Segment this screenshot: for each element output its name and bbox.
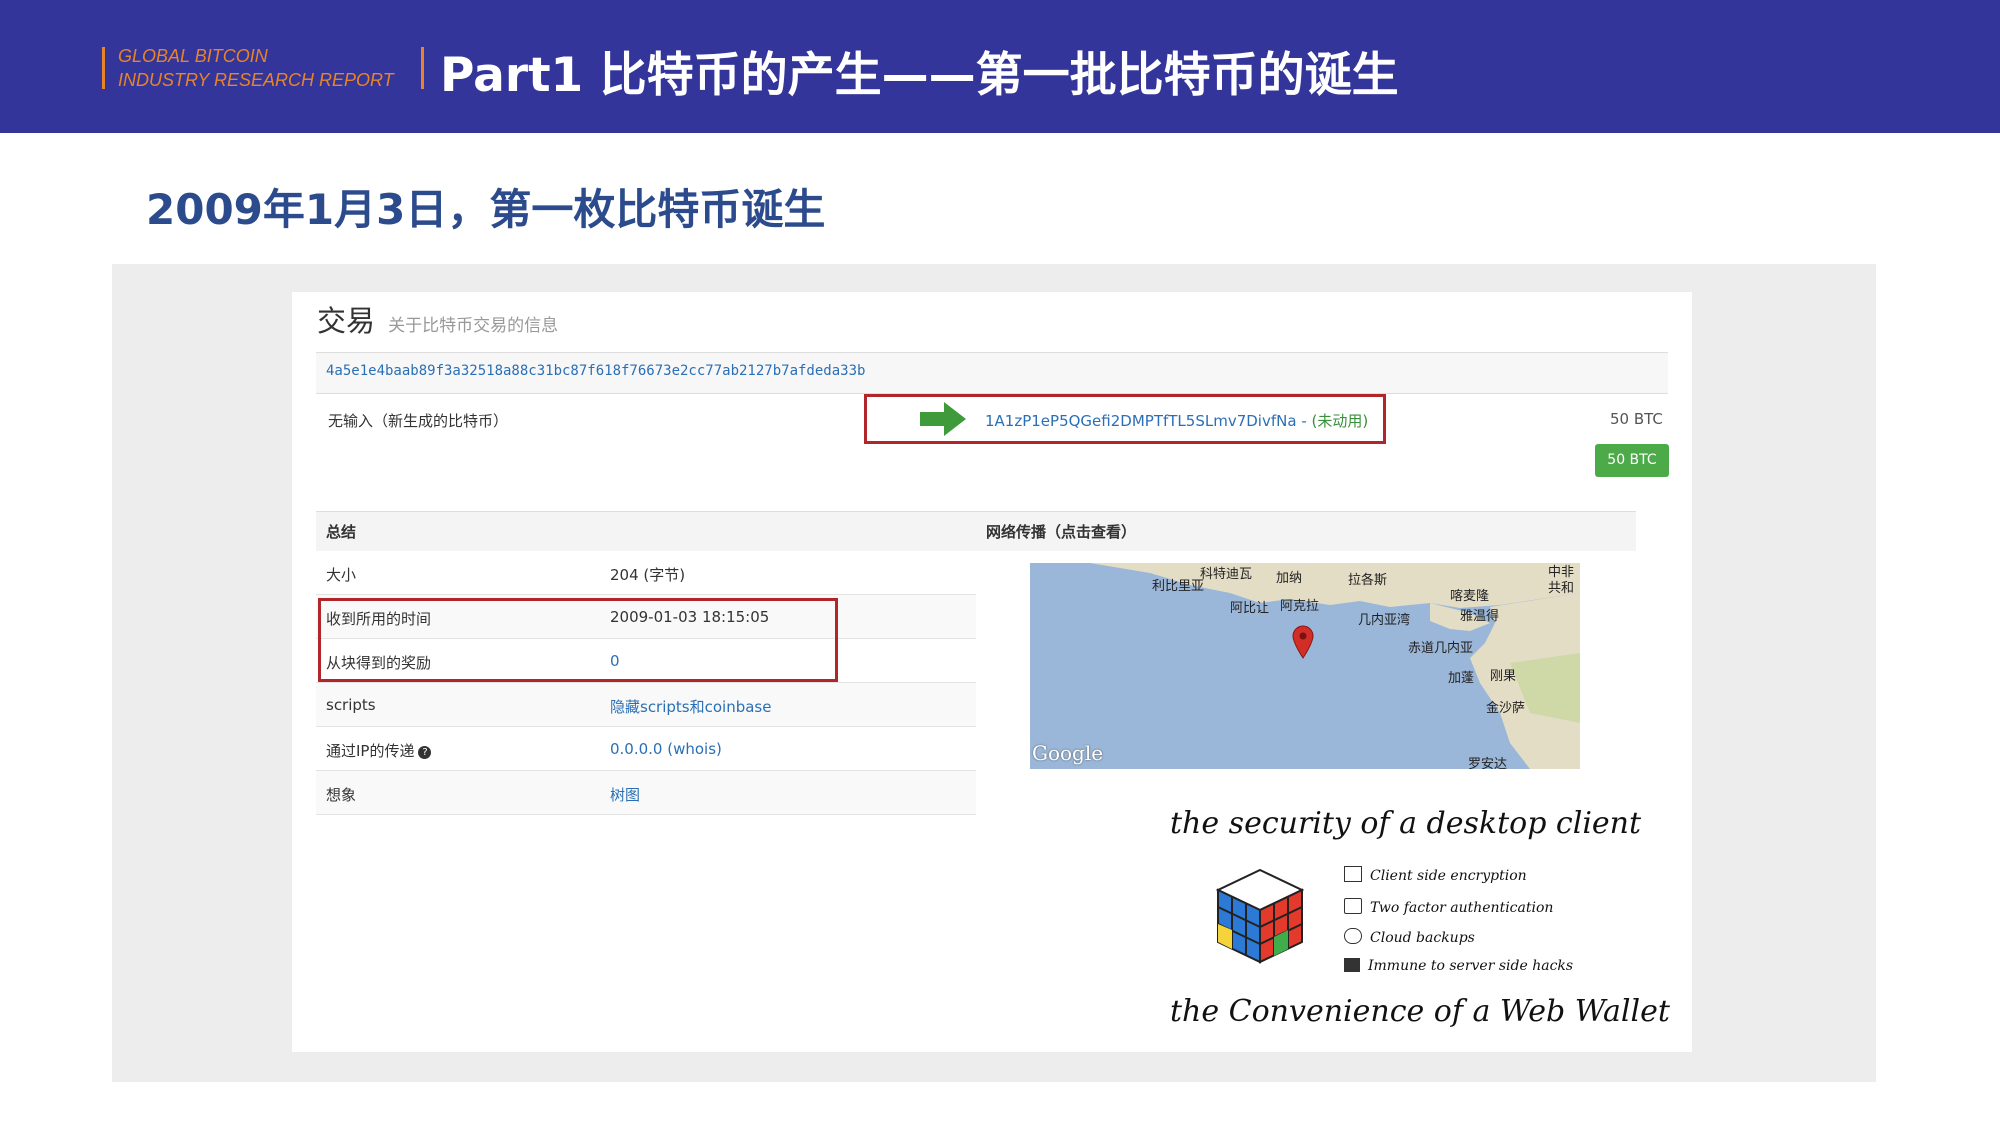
table-row: 想象 树图 <box>316 771 976 815</box>
transaction-title: 交易 <box>317 304 376 338</box>
map-label: 赤道几内亚 <box>1408 641 1474 656</box>
tx-hash-row: 4a5e1e4baab89f3a32518a88c31bc87f618f7667… <box>316 352 1668 394</box>
row-key: 通过IP的传递? <box>326 740 432 761</box>
map-label: 金沙萨 <box>1486 701 1526 716</box>
ad-feature-text: Two factor authentication <box>1370 900 1554 916</box>
ad-feature-item: Cloud backups <box>1344 928 1475 946</box>
map-label: 刚果 <box>1490 669 1517 684</box>
cloud-icon <box>1344 928 1362 944</box>
output-amount: 50 BTC <box>1610 410 1663 428</box>
ad-feature-item: Client side encryption <box>1344 866 1527 884</box>
output-address-link[interactable]: 1A1zP1eP5QGefi2DMPTfTL5SLmv7DivfNa <box>985 412 1297 430</box>
propagation-map[interactable]: 利比里亚 科特迪瓦 加纳 拉各斯 喀麦隆 阿比让 阿克拉 几内亚湾 雅温得 赤道… <box>1030 563 1580 769</box>
map-label: 中非共和 <box>1548 565 1575 596</box>
map-label: 阿克拉 <box>1280 599 1320 614</box>
brand-accent-bar <box>102 47 105 89</box>
table-row: scripts 隐藏scripts和coinbase <box>316 683 976 727</box>
map-label: 雅温得 <box>1460 609 1500 624</box>
output-address[interactable]: 1A1zP1eP5QGefi2DMPTfTL5SLmv7DivfNa - (未动… <box>985 410 1368 431</box>
table-row: 通过IP的传递? 0.0.0.0 (whois) <box>316 727 976 771</box>
row-value[interactable]: 树图 <box>610 784 640 805</box>
ad-feature-item: Two factor authentication <box>1344 898 1553 916</box>
row-key: scripts <box>326 696 376 714</box>
map-label: 加纳 <box>1276 571 1303 586</box>
encryption-icon <box>1344 866 1362 882</box>
map-label: 阿比让 <box>1230 601 1270 616</box>
tx-hash-link[interactable]: 4a5e1e4baab89f3a32518a88c31bc87f618f7667… <box>326 363 865 379</box>
map-label: 罗安达 <box>1468 757 1508 769</box>
map-label: 几内亚湾 <box>1358 613 1411 628</box>
network-header[interactable]: 网络传播（点击查看） <box>976 511 1636 551</box>
ad-feature-text: Client side encryption <box>1370 868 1527 884</box>
unspent-status: (未动用) <box>1311 412 1369 430</box>
transaction-subtitle: 关于比特币交易的信息 <box>388 316 559 336</box>
row-key: 大小 <box>326 566 357 584</box>
info-icon[interactable]: ? <box>418 746 432 759</box>
slide-title: Part1 比特币的产生——第一批比特币的诞生 <box>440 48 1399 103</box>
row-key: 想象 <box>326 786 357 804</box>
ad-feature-item: Immune to server side hacks <box>1344 958 1573 974</box>
ad-feature-text: Cloud backups <box>1370 930 1475 946</box>
arrow-right-icon <box>920 402 966 436</box>
ad-headline-bottom: the Convenience of a Web Wallet <box>1170 994 1670 1029</box>
table-row: 大小 204 (字节) <box>316 551 976 595</box>
rubiks-cube-icon <box>1215 868 1305 964</box>
lock-icon <box>1344 898 1362 914</box>
map-label: 科特迪瓦 <box>1200 567 1253 582</box>
brand-divider <box>421 47 424 89</box>
ad-feature-text: Immune to server side hacks <box>1368 958 1574 974</box>
map-label: 加蓬 <box>1448 671 1475 686</box>
time-reward-highlight-box <box>318 598 838 682</box>
total-btc-button[interactable]: 50 BTC <box>1595 444 1669 477</box>
row-value[interactable]: 隐藏scripts和coinbase <box>610 696 771 717</box>
map-label: 拉各斯 <box>1348 573 1388 588</box>
chess-piece-icon <box>1344 958 1360 972</box>
map-label: 利比里亚 <box>1152 579 1205 594</box>
brand-line-2: INDUSTRY RESEARCH REPORT <box>118 70 394 90</box>
brand-text: GLOBAL BITCOIN INDUSTRY RESEARCH REPORT <box>118 44 394 92</box>
brand-line-1: GLOBAL BITCOIN <box>118 46 268 66</box>
row-key-text: 通过IP的传递 <box>326 742 415 760</box>
map-label: 喀麦隆 <box>1450 589 1490 604</box>
row-value[interactable]: 0.0.0.0 (whois) <box>610 740 722 758</box>
summary-header: 总结 <box>316 511 976 551</box>
section-subtitle: 2009年1月3日，第一枚比特币诞生 <box>146 185 826 234</box>
google-logo: Google <box>1032 741 1104 765</box>
map-marker-icon[interactable] <box>1292 625 1314 659</box>
row-value: 204 (字节) <box>610 566 686 584</box>
transaction-heading: 交易 关于比特币交易的信息 <box>317 298 558 340</box>
ad-headline-top: the security of a desktop client <box>1170 806 1642 841</box>
input-label: 无输入（新生成的比特币） <box>328 412 509 430</box>
